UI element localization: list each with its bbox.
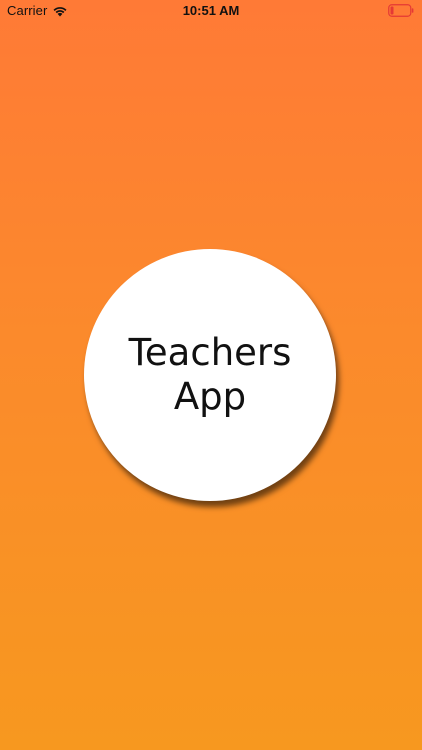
status-time: 10:51 AM [182,3,240,18]
status-bar: Carrier 10:51 AM [0,0,422,22]
app-title: Teachers App [128,331,292,418]
battery-low-icon [388,4,414,17]
splash-logo-circle: Teachers App [84,249,336,501]
